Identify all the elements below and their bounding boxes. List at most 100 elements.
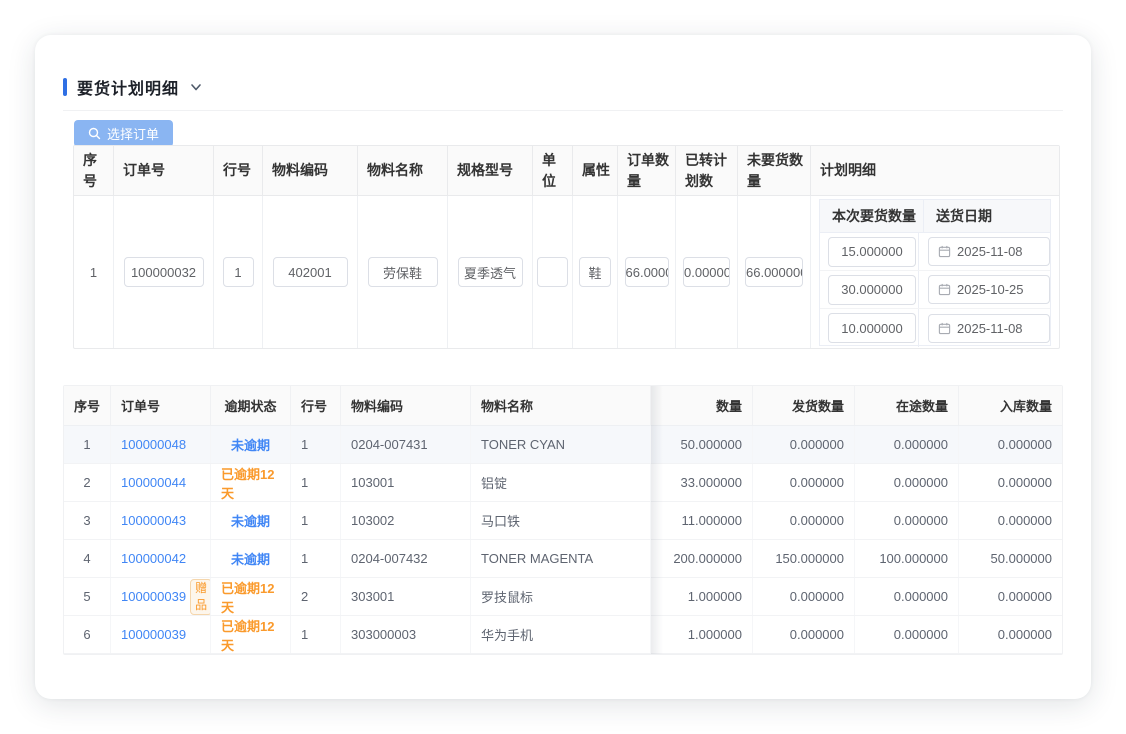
row-line-no: 1 [291,502,341,539]
table-row[interactable]: 1 100000048 未逾期 1 0204-007431 TONER CYAN… [64,426,1062,464]
material-code-input[interactable] [273,257,348,287]
plan-col-order-qty: 订单数量 [618,146,676,195]
row-qty: 200.000000 [651,540,753,577]
row-shipped-qty: 0.000000 [753,616,855,653]
row-received-qty: 0.000000 [959,464,1062,501]
row-in-transit-qty: 0.000000 [855,578,959,615]
row-line-no: 1 [291,616,341,653]
overdue-status: 已逾期12天 [221,616,280,653]
row-line-no: 1 [291,464,341,501]
overdue-status: 未逾期 [231,435,270,454]
page-header: 要货计划明细 [63,75,203,99]
unrequested-qty-input[interactable] [745,257,803,287]
title-accent-bar [63,78,67,96]
calendar-icon [938,245,951,258]
row-material-code: 103001 [341,464,471,501]
spec-input[interactable] [458,257,523,287]
ot-col-qty: 数量 [651,386,753,425]
row-material-code: 303000003 [341,616,471,653]
plan-col-converted: 已转计划数 [676,146,738,195]
order-no-link[interactable]: 100000043 [121,513,186,528]
row-received-qty: 0.000000 [959,502,1062,539]
order-no-link[interactable]: 100000048 [121,437,186,452]
row-material-name: TONER CYAN [471,426,651,463]
table-row[interactable]: 5 100000039 赠品 已逾期12天 2 303001 罗技鼠标 1.00… [64,578,1062,616]
order-qty-input[interactable] [625,257,669,287]
detail-qty-input[interactable] [828,313,916,343]
order-no-link[interactable]: 100000039 [121,627,186,642]
order-no-link[interactable]: 100000039 [121,589,186,604]
order-no-link[interactable]: 100000042 [121,551,186,566]
table-row[interactable]: 3 100000043 未逾期 1 103002 马口铁 11.000000 0… [64,502,1062,540]
ot-col-received: 入库数量 [959,386,1062,425]
overdue-status: 已逾期12天 [221,464,280,501]
row-material-name: 铝锭 [471,464,651,501]
overdue-status: 未逾期 [231,511,270,530]
delivery-date-picker[interactable]: 2025-11-08 [928,314,1050,343]
row-received-qty: 0.000000 [959,578,1062,615]
chevron-down-icon[interactable] [189,80,203,94]
ot-col-status: 逾期状态 [211,386,291,425]
row-received-qty: 0.000000 [959,426,1062,463]
detail-qty-input[interactable] [828,237,916,267]
gift-badge: 赠品 [190,579,211,615]
row-qty: 1.000000 [651,578,753,615]
select-order-label: 选择订单 [107,124,159,143]
plan-col-attr: 属性 [573,146,618,195]
row-shipped-qty: 0.000000 [753,464,855,501]
row-seq: 3 [64,502,111,539]
overdue-status: 未逾期 [231,549,270,568]
calendar-icon [938,322,951,335]
plan-col-order-no: 订单号 [114,146,214,195]
plan-table-row: 1 本次要货数量 送货日期 [74,196,1059,348]
row-received-qty: 0.000000 [959,616,1062,653]
line-no-input[interactable] [223,257,254,287]
row-seq: 1 [64,426,111,463]
ot-col-line-no: 行号 [291,386,341,425]
row-qty: 50.000000 [651,426,753,463]
delivery-date-picker[interactable]: 2025-10-25 [928,275,1050,304]
row-seq: 4 [64,540,111,577]
table-row[interactable]: 2 100000044 已逾期12天 1 103001 铝锭 33.000000… [64,464,1062,502]
row-qty: 1.000000 [651,616,753,653]
detail-qty-input[interactable] [828,275,916,305]
search-icon [88,127,101,140]
plan-col-line-no: 行号 [214,146,263,195]
plan-table-header: 序号 订单号 行号 物料编码 物料名称 规格型号 单位 属性 订单数量 已转计划… [74,146,1059,196]
material-name-input[interactable] [368,257,438,287]
select-order-button[interactable]: 选择订单 [74,120,173,147]
order-no-link[interactable]: 100000044 [121,475,186,490]
unit-input[interactable] [537,257,568,287]
ot-col-shipped: 发货数量 [753,386,855,425]
row-qty: 33.000000 [651,464,753,501]
calendar-icon [938,283,951,296]
row-material-code: 0204-007432 [341,540,471,577]
row-material-code: 103002 [341,502,471,539]
converted-qty-input[interactable] [683,257,730,287]
plan-col-unreq: 未要货数量 [738,146,811,195]
ot-col-mat-name: 物料名称 [471,386,651,425]
main-card: 要货计划明细 选择订单 序号 订单号 行号 物料编码 物料名称 规格型号 单位 … [35,35,1091,699]
plan-detail-table: 本次要货数量 送货日期 2025-11-08 [819,199,1051,346]
order-table-header: 序号 订单号 逾期状态 行号 物料编码 物料名称 数量 发货数量 在途数量 入库… [64,386,1062,426]
detail-row: 2025-10-25 [820,271,1050,309]
delivery-date-picker[interactable]: 2025-11-08 [928,237,1050,266]
plan-col-mat-name: 物料名称 [358,146,448,195]
plan-seq: 1 [74,196,114,348]
row-line-no: 1 [291,540,341,577]
table-row[interactable]: 4 100000042 未逾期 1 0204-007432 TONER MAGE… [64,540,1062,578]
row-material-name: 罗技鼠标 [471,578,651,615]
row-line-no: 1 [291,426,341,463]
delivery-date-value: 2025-10-25 [957,282,1024,297]
row-material-name: 马口铁 [471,502,651,539]
row-seq: 6 [64,616,111,653]
table-row[interactable]: 6 100000039 已逾期12天 1 303000003 华为手机 1.00… [64,616,1062,654]
delivery-date-value: 2025-11-08 [957,244,1023,259]
row-in-transit-qty: 100.000000 [855,540,959,577]
order-no-input[interactable] [124,257,204,287]
detail-col-date: 送货日期 [924,200,1050,232]
row-seq: 5 [64,578,111,615]
detail-row: 2025-11-08 [820,233,1050,271]
page-title: 要货计划明细 [77,75,179,99]
attribute-input[interactable] [579,257,611,287]
